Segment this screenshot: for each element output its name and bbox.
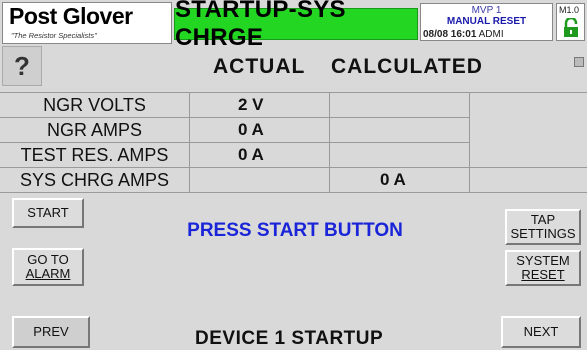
grid-line [0, 192, 587, 193]
row-label-sys-chrg-amps: SYS CHRG AMPS [19, 170, 170, 190]
start-button[interactable]: START [12, 198, 84, 228]
grid-line [189, 92, 190, 192]
grid-line [329, 92, 330, 192]
prev-button[interactable]: PREV [12, 316, 90, 348]
tap-settings-button[interactable]: TAP SETTINGS [505, 209, 581, 245]
logo-text: Post Glover [9, 3, 133, 29]
row-label-ngr-volts: NGR VOLTS [43, 95, 146, 115]
row-label-ngr-amps: NGR AMPS [46, 120, 143, 140]
tap-settings-line1: TAP [530, 211, 556, 227]
screen-footer-title: DEVICE 1 STARTUP [195, 328, 384, 349]
indicator-square [574, 57, 584, 67]
status-datetime-user: 08/08 16:01 ADMI [423, 29, 552, 40]
system-reset-line1: SYSTEM [516, 252, 570, 268]
system-reset-line2: RESET [521, 267, 565, 282]
post-glover-logo: Post Glover "The Resistor Specialists" [2, 2, 172, 44]
ngr-volts-actual: 2 V [238, 95, 264, 114]
help-button[interactable]: ? [2, 46, 42, 86]
status-date: 08/08 16:01 [423, 29, 477, 40]
ngr-amps-actual: 0 A [238, 120, 264, 139]
test-res-amps-actual: 0 A [238, 145, 264, 164]
status-panel: MVP 1 MANUAL RESET 08/08 16:01 ADMI [420, 3, 553, 41]
grid-line [469, 92, 470, 192]
grid-line [0, 117, 470, 118]
system-reset-button[interactable]: SYSTEM RESET [505, 250, 581, 286]
login-panel[interactable]: M1.0 [556, 3, 585, 41]
reset-mode: MANUAL RESET [446, 16, 527, 27]
device-name: MVP 1 [471, 5, 502, 16]
status-user: ADMI [478, 29, 504, 40]
grid-line [0, 92, 587, 93]
tap-settings-line2: SETTINGS [510, 226, 576, 241]
unlocked-padlock-icon[interactable] [563, 18, 579, 38]
grid-line [0, 142, 470, 143]
revision-label: M1.0 [559, 5, 580, 15]
screen-title: STARTUP-SYS CHRGE [174, 0, 418, 51]
instruction-message: PRESS START BUTTON [187, 220, 403, 241]
go-to-alarm-line1: GO TO [27, 251, 69, 267]
go-to-alarm-button[interactable]: GO TO ALARM [12, 248, 84, 286]
sys-chrg-amps-calculated: 0 A [380, 170, 406, 189]
column-header-calculated: CALCULATED [331, 55, 483, 78]
grid-line [0, 167, 587, 168]
next-button[interactable]: NEXT [501, 316, 581, 348]
go-to-alarm-line2: ALARM [25, 266, 71, 281]
row-label-test-res-amps: TEST RES. AMPS [20, 145, 169, 165]
logo-tagline: "The Resistor Specialists" [11, 31, 97, 40]
column-header-actual: ACTUAL [213, 55, 306, 78]
